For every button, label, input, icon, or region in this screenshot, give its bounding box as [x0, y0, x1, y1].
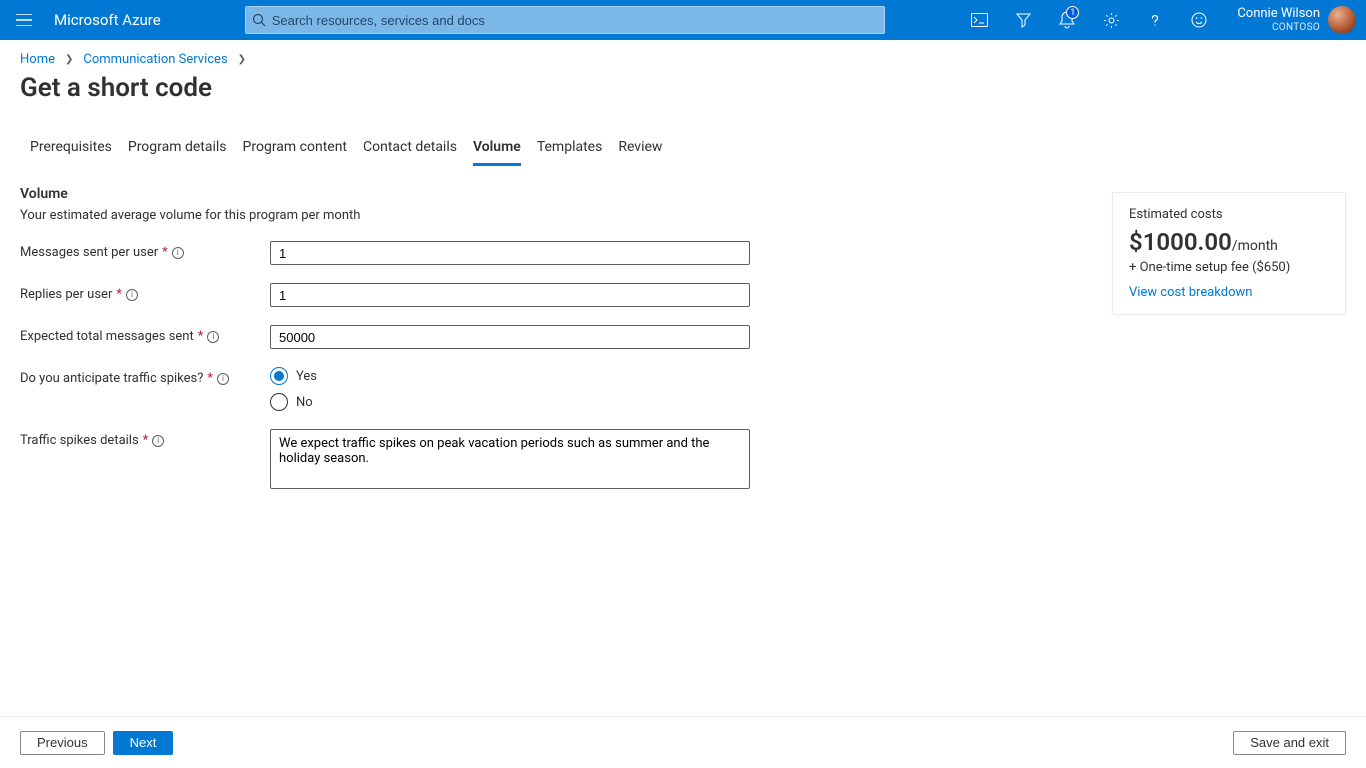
traffic-spikes-yes[interactable]: Yes	[270, 367, 317, 385]
tenant-name: CONTOSO	[1237, 22, 1320, 34]
expected-total-label: Expected total messages sent * i	[20, 325, 270, 344]
info-icon[interactable]: i	[126, 289, 138, 301]
breadcrumb-home[interactable]: Home	[20, 52, 55, 67]
directory-filter-icon[interactable]	[1003, 0, 1043, 40]
info-icon[interactable]: i	[207, 331, 219, 343]
info-icon[interactable]: i	[172, 247, 184, 259]
global-search[interactable]	[245, 6, 885, 34]
cost-setup-fee: + One-time setup fee ($650)	[1129, 260, 1329, 275]
settings-icon[interactable]	[1091, 0, 1131, 40]
cost-breakdown-link[interactable]: View cost breakdown	[1129, 285, 1252, 300]
header-icon-group: 1 Connie Wilson CONTOSO	[959, 0, 1356, 40]
brand-label: Microsoft Azure	[54, 11, 161, 29]
tab-review[interactable]: Review	[618, 139, 662, 166]
feedback-icon[interactable]	[1179, 0, 1219, 40]
expected-total-input[interactable]	[270, 325, 750, 349]
user-name: Connie Wilson	[1237, 6, 1320, 22]
tab-volume[interactable]: Volume	[473, 139, 521, 166]
notification-badge: 1	[1066, 6, 1079, 19]
tab-templates[interactable]: Templates	[537, 139, 603, 166]
chevron-right-icon: ❯	[238, 54, 246, 65]
estimated-costs-card: Estimated costs $1000.00/month + One-tim…	[1112, 192, 1346, 315]
avatar	[1328, 6, 1356, 34]
cost-suffix: /month	[1232, 238, 1278, 254]
traffic-spikes-no[interactable]: No	[270, 393, 317, 411]
cost-label: Estimated costs	[1129, 207, 1329, 222]
breadcrumb-communication-services[interactable]: Communication Services	[83, 52, 227, 67]
page-title: Get a short code	[0, 67, 1366, 113]
previous-button[interactable]: Previous	[20, 731, 105, 755]
save-exit-button[interactable]: Save and exit	[1233, 731, 1346, 755]
tab-program-content[interactable]: Program content	[243, 139, 347, 166]
messages-sent-label: Messages sent per user * i	[20, 241, 270, 260]
form-tabs: Prerequisites Program details Program co…	[0, 113, 1366, 166]
traffic-spikes-label: Do you anticipate traffic spikes?* i	[20, 367, 270, 386]
notifications-icon[interactable]: 1	[1047, 0, 1087, 40]
info-icon[interactable]: i	[152, 435, 164, 447]
wizard-footer: Previous Next Save and exit	[0, 716, 1366, 768]
messages-sent-input[interactable]	[270, 241, 750, 265]
traffic-details-input[interactable]	[270, 429, 750, 489]
search-input[interactable]	[272, 13, 878, 28]
section-subheading: Your estimated average volume for this p…	[20, 208, 780, 223]
cost-amount: $1000.00	[1129, 228, 1232, 256]
replies-label: Replies per user * i	[20, 283, 270, 302]
cloud-shell-icon[interactable]	[959, 0, 999, 40]
chevron-right-icon: ❯	[65, 54, 73, 65]
tab-program-details[interactable]: Program details	[128, 139, 227, 166]
help-icon[interactable]	[1135, 0, 1175, 40]
breadcrumb: Home ❯ Communication Services ❯	[0, 40, 1366, 67]
tab-contact-details[interactable]: Contact details	[363, 139, 457, 166]
info-icon[interactable]: i	[217, 373, 229, 385]
next-button[interactable]: Next	[113, 731, 174, 755]
search-icon	[252, 13, 266, 27]
traffic-details-label: Traffic spikes details* i	[20, 429, 270, 448]
hamburger-menu-icon[interactable]	[8, 0, 40, 40]
user-account[interactable]: Connie Wilson CONTOSO	[1237, 6, 1356, 34]
replies-input[interactable]	[270, 283, 750, 307]
tab-prerequisites[interactable]: Prerequisites	[30, 139, 112, 166]
section-heading: Volume	[20, 186, 780, 202]
global-header: Microsoft Azure 1 Connie Wilson CONTOSO	[0, 0, 1366, 40]
